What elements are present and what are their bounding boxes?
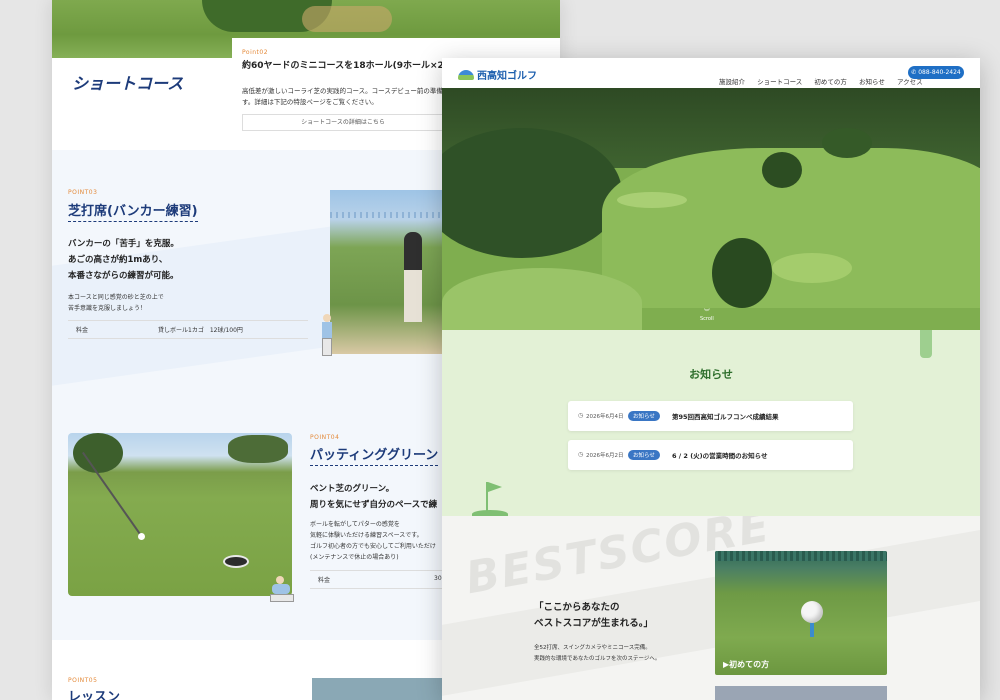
news-date: 2026年6月2日 <box>586 453 624 459</box>
news-item[interactable]: ◷ 2026年6月2日 お知らせ 6 / 2 (火)の営業時間のお知らせ <box>568 440 853 470</box>
tee <box>810 623 814 637</box>
point03-desc2: 苦手意識を克服しましょう！ <box>68 305 147 312</box>
point03-price-row: 料金 貸しボール1カゴ 12球/100円 <box>68 320 308 339</box>
point04-lead1: ベント芝のグリーン。 <box>310 484 395 494</box>
golf-ball-on-tee <box>801 601 823 623</box>
point03-title: 芝打席(バンカー練習) <box>68 200 198 222</box>
nav-short-course[interactable]: ショートコース <box>757 78 802 86</box>
point04-desc4: (メンテナンスで休止の場合あり) <box>310 554 399 561</box>
bestscore-section: BESTSCORE 「ここからあなたの ベストスコアが生まれる。」 全52打席、… <box>442 516 980 700</box>
golfer-illustration <box>320 314 334 360</box>
nav-access[interactable]: アクセス <box>897 78 923 86</box>
point03-tag: POINT03 <box>68 189 98 196</box>
short-course-detail-label: ショートコースの詳細はこちら <box>301 119 385 126</box>
news-headline: 第95回西高知ゴルフコンペ成績結果 <box>672 413 779 421</box>
best-text-1: 全52打席、スイングカメラやミニコース完備。 <box>534 645 651 651</box>
best-text-2: 実践的な環境であなたのゴルフを次のステージへ。 <box>534 656 661 662</box>
news-badge: お知らせ <box>628 450 660 460</box>
putting-green-photo <box>68 433 292 596</box>
phone-number: 088-840-2424 <box>918 69 961 76</box>
point03-lead2: あごの高さが約1mあり、 <box>68 255 168 265</box>
news-date: 2026年6月4日 <box>586 414 624 420</box>
best-heading-2: ベストスコアが生まれる。」 <box>534 618 653 629</box>
golf-ball <box>138 533 145 540</box>
news-item[interactable]: ◷ 2026年6月4日 お知らせ 第95回西高知ゴルフコンペ成績結果 <box>568 401 853 431</box>
nav-facility[interactable]: 施設紹介 <box>719 78 745 86</box>
news-badge: お知らせ <box>628 411 660 421</box>
first-time-card[interactable]: ▶初めての方 <box>715 551 887 675</box>
point03-desc1: 本コースと同じ感覚の砂と芝の上で <box>68 294 164 301</box>
next-card-photo <box>715 686 887 700</box>
point03-lead3: 本番さながらの練習が可能。 <box>68 271 179 281</box>
golfer-illustration-2 <box>268 576 304 606</box>
hero-aerial-photo: ︾ Scroll <box>442 88 980 330</box>
homepage-window: 西高知ゴルフ 施設紹介 ショートコース 初めての方 お知らせ アクセス ✆ 08… <box>442 58 980 700</box>
news-headline: 6 / 2 (火)の営業時間のお知らせ <box>672 452 768 460</box>
nav-news[interactable]: お知らせ <box>859 78 885 86</box>
point03-lead1: バンカーの「苦手」を克服。 <box>68 239 179 249</box>
first-time-link[interactable]: ▶初めての方 <box>723 659 769 670</box>
phone-button[interactable]: ✆ 088-840-2424 <box>908 66 964 79</box>
point04-price-value: 30 <box>434 575 442 582</box>
point04-price-label: 料金 <box>318 577 331 584</box>
scroll-indicator[interactable]: ︾ Scroll <box>700 310 714 323</box>
logo[interactable]: 西高知ゴルフ <box>458 67 537 82</box>
logo-icon <box>458 69 474 80</box>
point05-tag: POINT05 <box>68 677 98 684</box>
nav-first-time[interactable]: 初めての方 <box>814 78 847 86</box>
clock-icon: ◷ <box>578 412 584 419</box>
point03-price-label: 料金 <box>76 327 89 334</box>
scroll-label: Scroll <box>700 316 714 322</box>
point04-lead2: 周りを気にせず自分のペースで練 <box>310 500 438 510</box>
point04-desc2: 気軽に体験いただける練習スペースです。 <box>310 532 423 539</box>
point02-tag: Point02 <box>242 49 269 56</box>
best-heading-1: 「ここからあなたの <box>534 602 620 613</box>
point04-tag: POINT04 <box>310 434 340 441</box>
cup-hole <box>223 555 249 568</box>
golfer-silhouette-icon <box>920 330 932 358</box>
point03-price-value: 貸しボール1カゴ 12球/100円 <box>158 327 243 334</box>
point05-title: レッスン <box>68 690 121 700</box>
clock-icon: ◷ <box>578 451 584 458</box>
point02-desc2: す。詳細は下記の特設ページをご覧ください。 <box>242 98 378 106</box>
site-header: 西高知ゴルフ 施設紹介 ショートコース 初めての方 お知らせ アクセス ✆ 08… <box>442 58 980 88</box>
short-course-detail-button[interactable]: ショートコースの詳細はこちら <box>242 114 444 131</box>
golfer-figure <box>404 232 422 272</box>
point02-title: 約60ヤードのミニコースを18ホール(9ホール×2) <box>242 61 448 71</box>
point04-desc3: ゴルフ初心者の方でも安心してご利用いただけ <box>310 543 436 550</box>
point02-desc: 高低差が激しいコーライ芝の実践的コース。コースデビュー前の準備や <box>242 87 450 95</box>
news-section: お知らせ ◷ 2026年6月4日 お知らせ 第95回西高知ゴルフコンペ成績結果 … <box>442 330 980 518</box>
flag-icon <box>472 480 512 518</box>
news-title: お知らせ <box>689 368 733 381</box>
main-nav: 施設紹介 ショートコース 初めての方 お知らせ アクセス <box>712 69 923 88</box>
point04-title: パッティンググリーン <box>310 444 439 466</box>
short-course-title: ショートコース <box>72 74 184 93</box>
logo-text: 西高知ゴルフ <box>477 71 537 82</box>
point04-desc1: ボールを転がしてパターの感覚を <box>310 521 400 528</box>
